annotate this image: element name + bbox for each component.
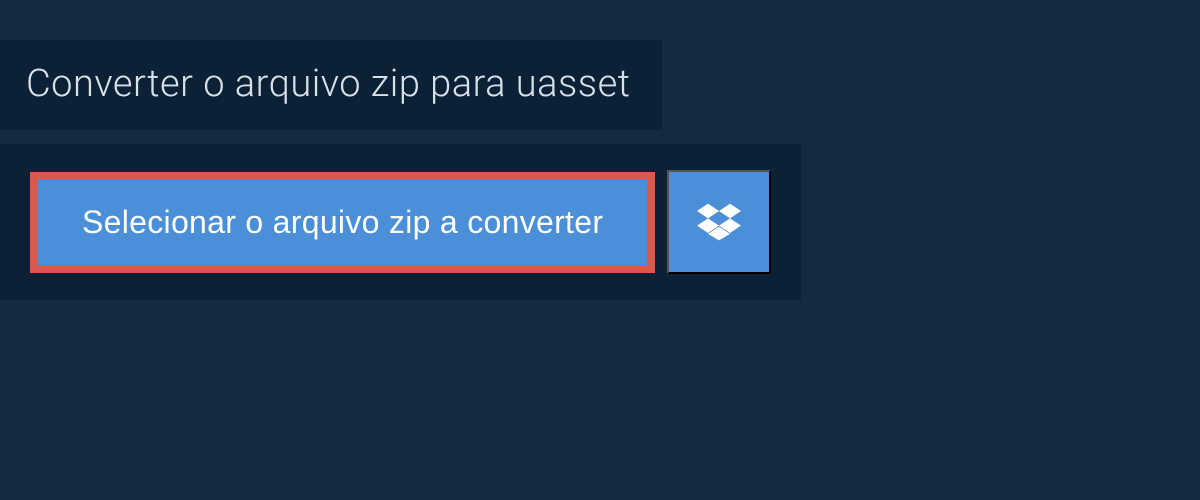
- dropbox-icon: [697, 200, 741, 244]
- header-tab: Converter o arquivo zip para uasset: [0, 40, 662, 130]
- file-select-panel: Selecionar o arquivo zip a converter: [0, 144, 801, 300]
- dropbox-button[interactable]: [667, 170, 771, 274]
- select-file-button[interactable]: Selecionar o arquivo zip a converter: [30, 172, 655, 273]
- page-title: Converter o arquivo zip para uasset: [26, 62, 630, 106]
